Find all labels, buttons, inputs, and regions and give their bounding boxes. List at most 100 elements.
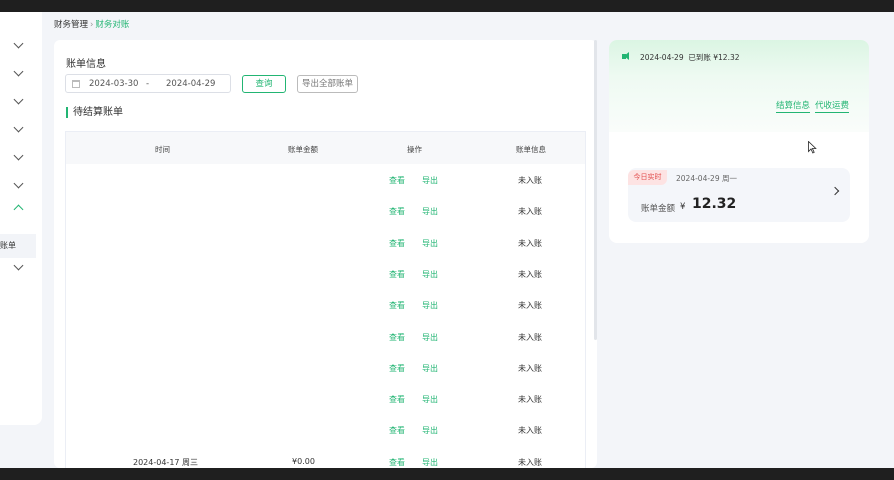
export-link[interactable]: 导出	[422, 332, 438, 343]
section-title: 账单信息	[66, 59, 106, 70]
view-link[interactable]: 查看	[389, 332, 405, 343]
end-date[interactable]: 2024-04-29	[166, 79, 215, 89]
chevron-down-icon	[13, 38, 24, 49]
view-link[interactable]: 查看	[389, 269, 405, 280]
sidebar-item-4[interactable]	[0, 119, 42, 143]
bill-panel: 账单信息 2024-03-30 - 2024-04-29 查询 导出全部账单 待…	[54, 40, 597, 468]
table-row: 查看 导出 未入账	[66, 165, 585, 196]
table-row: 查看 导出 未入账	[66, 259, 585, 290]
chevron-down-icon	[13, 150, 24, 161]
cell-time: 2024-04-17 周三	[133, 457, 199, 467]
window-bottom-bar	[0, 468, 894, 480]
view-link[interactable]: 查看	[389, 457, 405, 468]
today-date: 2024-04-29 周一	[676, 174, 737, 183]
cell-status: 未入账	[518, 426, 542, 436]
export-link[interactable]: 导出	[422, 394, 438, 405]
main-scrollbar[interactable]	[594, 40, 597, 340]
sidebar-item-5[interactable]	[0, 147, 42, 171]
sidebar-subitem-label: 账单	[0, 241, 16, 250]
settlement-info-link[interactable]: 结算信息	[776, 101, 811, 113]
column-header-info: 账单信息	[516, 145, 546, 154]
arrival-notice: 2024-04-29 已到账 ¥12.32	[640, 52, 740, 63]
chevron-down-icon	[13, 66, 24, 77]
export-link[interactable]: 导出	[422, 269, 438, 280]
chevron-up-icon	[13, 204, 24, 215]
view-link[interactable]: 查看	[389, 300, 405, 311]
table-row: 查看 导出 未入账	[66, 196, 585, 227]
cell-status: 未入账	[518, 176, 542, 185]
export-link[interactable]: 导出	[422, 300, 438, 311]
cell-status: 未入账	[518, 207, 542, 217]
query-button[interactable]: 查询	[242, 75, 286, 93]
chevron-down-icon	[13, 94, 24, 105]
table-row: 查看 导出 未入账	[66, 322, 585, 353]
notice-text: 已到账 ¥12.32	[688, 53, 740, 62]
breadcrumb-separator: ›	[90, 20, 94, 30]
table-row: 查看 导出 未入账	[66, 228, 585, 259]
column-header-time: 时间	[155, 145, 170, 154]
cell-status: 未入账	[518, 395, 542, 405]
export-all-button[interactable]: 导出全部账单	[297, 75, 358, 93]
currency-symbol: ¥	[680, 202, 686, 212]
export-link[interactable]: 导出	[422, 175, 438, 186]
bill-amount-value: 12.32	[692, 196, 737, 212]
calendar-icon	[72, 80, 80, 88]
notice-date: 2024-04-29	[640, 53, 684, 62]
cell-status: 未入账	[518, 301, 542, 311]
cell-status: 未入账	[518, 332, 542, 342]
view-link[interactable]: 查看	[389, 363, 405, 374]
column-header-actions: 操作	[407, 145, 422, 154]
column-header-amount: 账单金额	[288, 145, 318, 154]
cell-status: 未入账	[518, 363, 542, 373]
export-link[interactable]: 导出	[422, 457, 438, 468]
table-row: 查看 导出 未入账	[66, 384, 585, 415]
table-header: 时间 账单金额 操作 账单信息	[66, 132, 585, 164]
breadcrumb-current: 财务对账	[95, 20, 130, 30]
date-range-picker[interactable]: 2024-03-30 - 2024-04-29	[65, 74, 231, 93]
sidebar-item-6[interactable]	[0, 175, 42, 199]
view-link[interactable]: 查看	[389, 238, 405, 249]
table-row: 2024-04-17 周三 ¥0.00 查看 导出 未入账	[66, 447, 585, 468]
freight-collection-link[interactable]: 代收运费	[815, 101, 850, 113]
cell-amount: ¥0.00	[292, 456, 315, 466]
export-link[interactable]: 导出	[422, 238, 438, 249]
sidebar-subitem-bill[interactable]: 账单	[0, 234, 36, 258]
speaker-icon	[622, 52, 632, 61]
sidebar-item-2[interactable]	[0, 63, 42, 87]
breadcrumb-parent[interactable]: 财务管理	[54, 20, 88, 30]
view-link[interactable]: 查看	[389, 425, 405, 436]
chevron-right-icon[interactable]	[830, 186, 840, 196]
cell-status: 未入账	[518, 269, 542, 279]
start-date[interactable]: 2024-03-30	[89, 79, 138, 89]
pending-bills-table: 时间 账单金额 操作 账单信息 查看 导出 未入账 查看 导出 未入账 查看 导出 未入账 查看导…	[65, 131, 586, 468]
sidebar-item-finance[interactable]	[0, 197, 42, 221]
today-badge: 今日实时	[628, 170, 667, 185]
window-top-bar	[0, 0, 894, 12]
export-link[interactable]: 导出	[422, 206, 438, 217]
settlement-summary-card: 2024-04-29 已到账 ¥12.32 结算信息 代收运费 今日实时 202…	[609, 40, 869, 243]
chevron-down-icon	[13, 260, 24, 271]
view-link[interactable]: 查看	[389, 206, 405, 217]
table-row: 查看 导出 未入账	[66, 290, 585, 321]
sidebar-item-7[interactable]	[0, 257, 42, 281]
bill-amount-label: 账单金额	[641, 204, 676, 214]
sidebar: 账单	[0, 12, 42, 425]
cell-status: 未入账	[518, 238, 542, 248]
export-link[interactable]: 导出	[422, 425, 438, 436]
table-row: 查看 导出 未入账	[66, 353, 585, 384]
sidebar-item-1[interactable]	[0, 35, 42, 59]
chevron-down-icon	[13, 122, 24, 133]
today-realtime-card[interactable]: 今日实时 2024-04-29 周一 账单金额 ¥ 12.32	[628, 168, 850, 222]
breadcrumb: 财务管理 › 财务对账	[54, 18, 129, 30]
cell-status: 未入账	[518, 457, 542, 467]
mouse-cursor-icon	[808, 141, 817, 154]
summary-header: 2024-04-29 已到账 ¥12.32 结算信息 代收运费	[609, 40, 869, 132]
chevron-down-icon	[13, 178, 24, 189]
table-row: 查看 导出 未入账	[66, 415, 585, 446]
date-separator: -	[146, 79, 150, 89]
sidebar-item-3[interactable]	[0, 91, 42, 115]
view-link[interactable]: 查看	[389, 175, 405, 186]
pending-bills-title: 待结算账单	[66, 107, 123, 118]
export-link[interactable]: 导出	[422, 363, 438, 374]
view-link[interactable]: 查看	[389, 394, 405, 405]
